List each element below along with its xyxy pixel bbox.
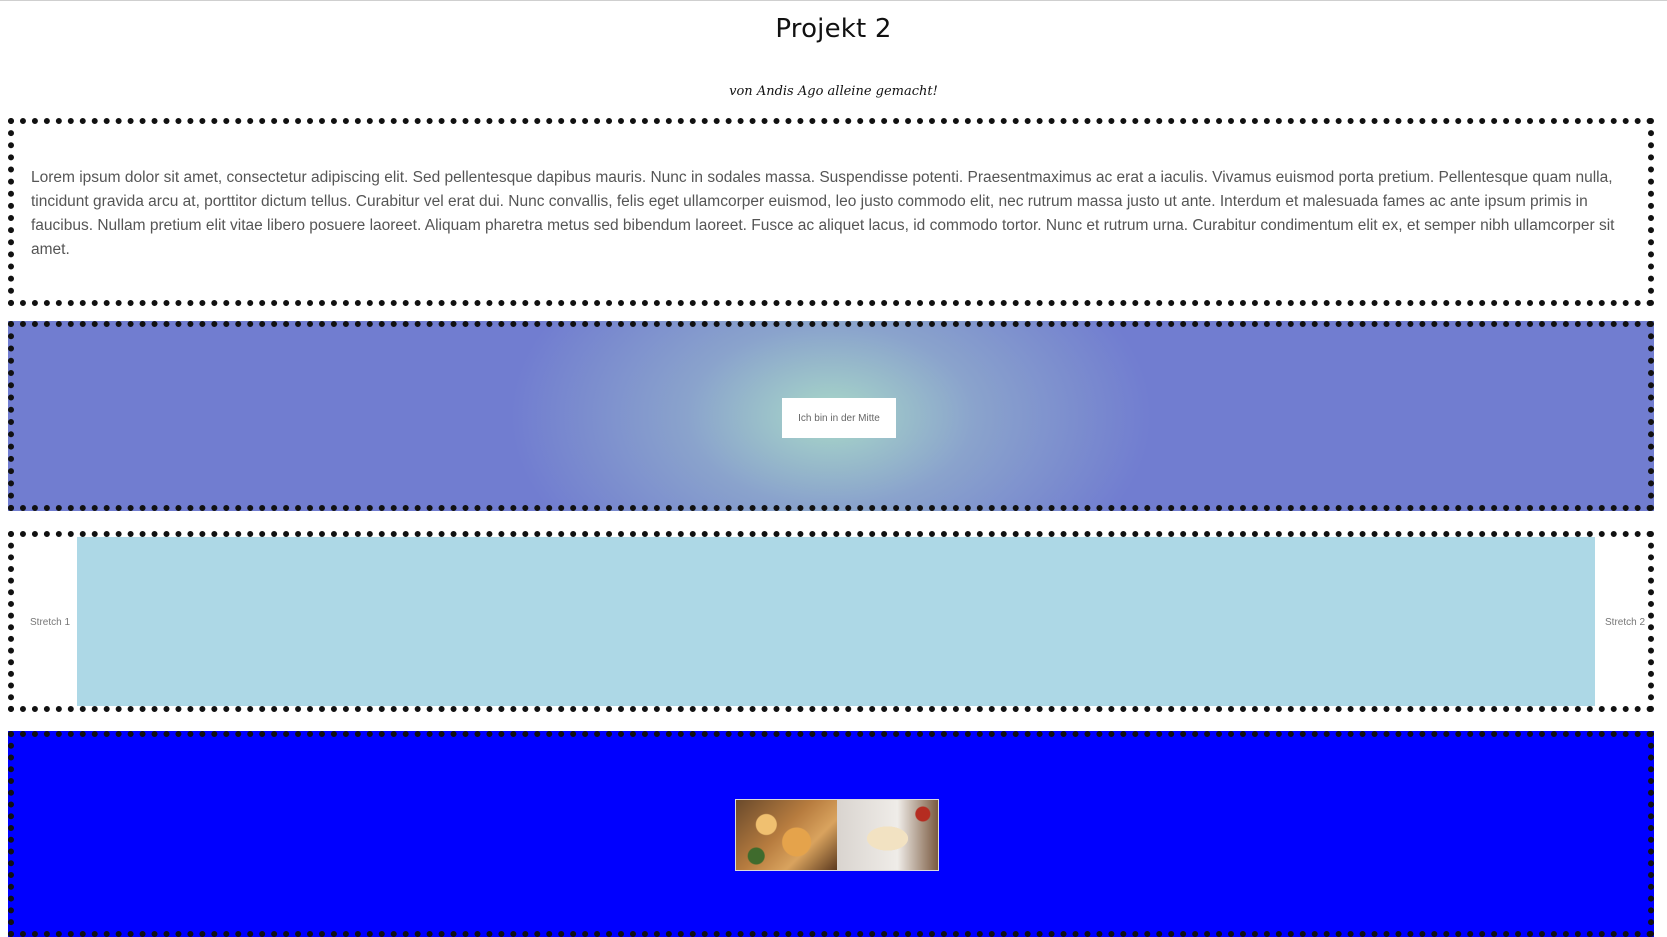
top-divider [0,0,1667,1]
lorem-paragraph: Lorem ipsum dolor sit amet, consectetur … [31,169,1615,258]
pizza-image-2 [837,800,938,870]
text-section: Lorem ipsum dolor sit amet, consectetur … [8,118,1654,306]
stretch-fill-area [77,537,1595,706]
stretch-section: Stretch 1 Stretch 2 [8,531,1654,712]
image-gallery [735,799,939,871]
page-title: Projekt 2 [775,14,892,44]
gradient-section: Ich bin in der Mitte [8,321,1654,511]
stretch-label-1: Stretch 1 [30,617,71,628]
image-section [8,731,1654,937]
pizza-image-1 [736,800,837,870]
center-card: Ich bin in der Mitte [782,398,896,438]
page: Projekt 2 von Andis Ago alleine gemacht!… [0,0,1667,937]
page-subtitle: von Andis Ago alleine gemacht! [729,84,938,99]
stretch-label-2: Stretch 2 [1605,617,1646,628]
